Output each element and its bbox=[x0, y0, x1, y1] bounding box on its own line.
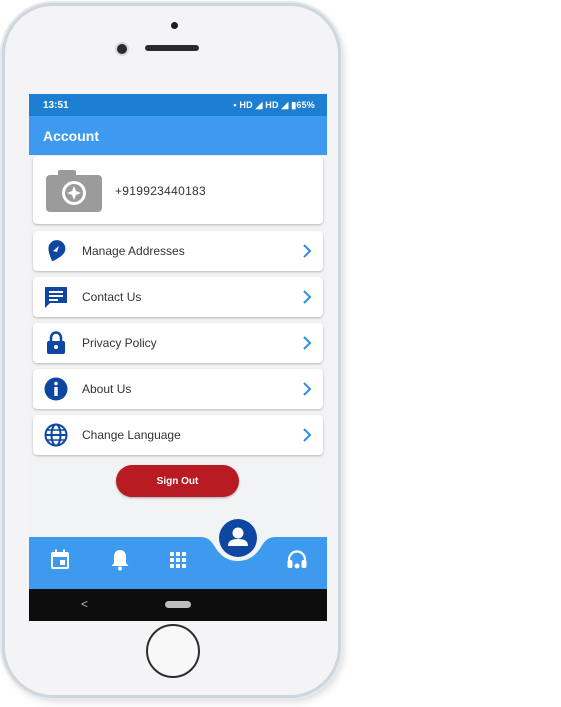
chevron-right-icon bbox=[303, 244, 312, 258]
sign-out-button[interactable]: Sign Out bbox=[116, 465, 239, 497]
bottom-nav-bar bbox=[29, 519, 327, 589]
physical-home-button[interactable] bbox=[146, 624, 200, 678]
menu-label: Manage Addresses bbox=[82, 244, 185, 258]
status-bar: 13:51 • HD ◢ HD ◢ ▮65% bbox=[29, 94, 327, 116]
chevron-right-icon bbox=[303, 382, 312, 396]
page-title: Account bbox=[43, 128, 99, 144]
menu-item-contact-us[interactable]: Contact Us bbox=[33, 277, 323, 317]
screen: 13:51 • HD ◢ HD ◢ ▮65% Account +91992344… bbox=[29, 94, 327, 621]
headset-icon[interactable] bbox=[285, 548, 309, 572]
phone-number: +919923440183 bbox=[115, 184, 206, 198]
grid-icon[interactable] bbox=[166, 548, 190, 572]
info-icon bbox=[44, 377, 68, 401]
sensor-dot bbox=[171, 22, 178, 29]
menu-item-about-us[interactable]: About Us bbox=[33, 369, 323, 409]
status-indicators: • HD ◢ HD ◢ ▮65% bbox=[233, 100, 315, 110]
menu-item-change-language[interactable]: Change Language bbox=[33, 415, 323, 455]
location-pin-icon bbox=[48, 240, 66, 262]
chevron-right-icon bbox=[303, 336, 312, 350]
camera-icon[interactable] bbox=[46, 170, 102, 212]
front-camera bbox=[117, 44, 127, 54]
phone-frame: 13:51 • HD ◢ HD ◢ ▮65% Account +91992344… bbox=[5, 6, 338, 695]
bell-icon[interactable] bbox=[108, 548, 132, 572]
android-nav-bar: < bbox=[29, 589, 327, 621]
home-pill-button[interactable] bbox=[165, 601, 191, 608]
status-time: 13:51 bbox=[43, 100, 69, 111]
chevron-right-icon bbox=[303, 428, 312, 442]
menu-label: Privacy Policy bbox=[82, 336, 157, 350]
app-bar: Account bbox=[29, 116, 327, 155]
account-icon[interactable] bbox=[218, 518, 258, 558]
profile-card: +919923440183 bbox=[33, 156, 323, 224]
earpiece-speaker bbox=[145, 45, 199, 51]
chat-icon bbox=[45, 287, 67, 308]
globe-icon bbox=[44, 423, 68, 447]
lock-icon bbox=[47, 331, 65, 354]
menu-label: Change Language bbox=[82, 428, 181, 442]
menu-item-privacy-policy[interactable]: Privacy Policy bbox=[33, 323, 323, 363]
chevron-right-icon bbox=[303, 290, 312, 304]
menu-item-manage-addresses[interactable]: Manage Addresses bbox=[33, 231, 323, 271]
menu-label: About Us bbox=[82, 382, 132, 396]
back-button[interactable]: < bbox=[81, 597, 88, 611]
calendar-icon[interactable] bbox=[48, 548, 72, 572]
menu-label: Contact Us bbox=[82, 290, 142, 304]
